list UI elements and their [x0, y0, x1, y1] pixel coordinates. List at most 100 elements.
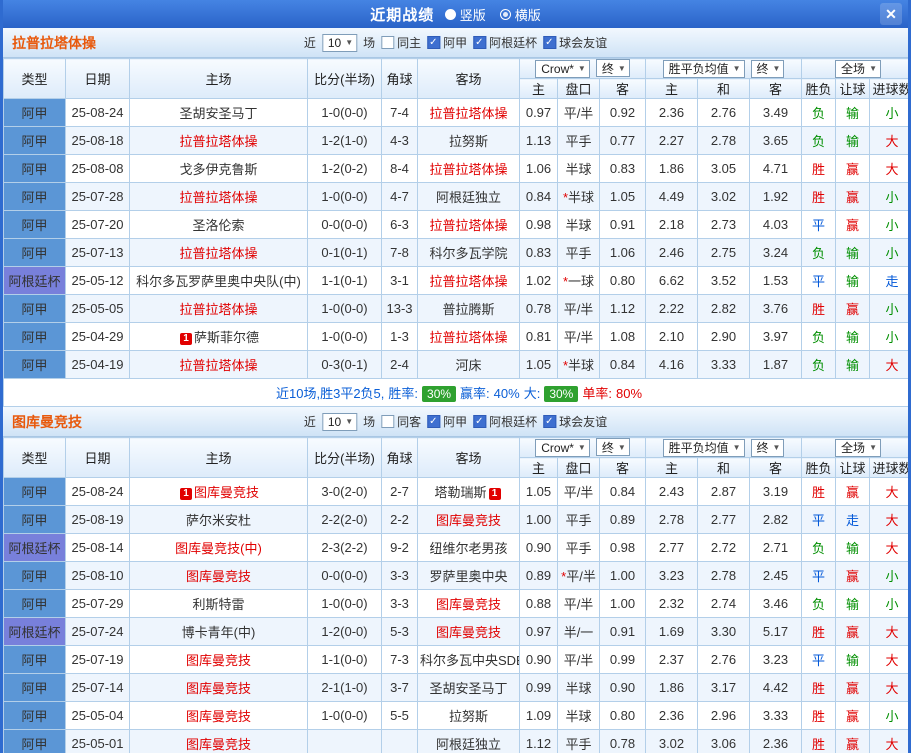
date-cell: 25-07-13	[65, 238, 130, 267]
handicap-result-cell: 赢	[835, 294, 871, 323]
layout-radio-1[interactable]: 横版	[499, 5, 541, 24]
odds-source-select[interactable]: 终 ▼	[595, 59, 630, 78]
team-cell[interactable]: 拉普拉塔体操	[417, 266, 520, 295]
recent-count-select[interactable]: 10 ▼	[321, 33, 358, 52]
team-cell[interactable]: 图库曼竞技	[417, 505, 520, 534]
odds-source-select[interactable]: 胜平负均值 ▼	[662, 59, 745, 78]
europe-draw-odds-cell: 3.17	[697, 673, 750, 702]
asia-away-odds-cell: 0.90	[599, 673, 646, 702]
team-cell[interactable]: 利斯特雷	[129, 589, 308, 618]
column-header: 日期	[65, 437, 130, 478]
filter-checkbox-3[interactable]: 球会友谊	[543, 34, 607, 51]
team-cell[interactable]: 阿根廷独立	[417, 729, 520, 753]
team-cell[interactable]: 拉普拉塔体操	[129, 238, 308, 267]
team-cell[interactable]: 拉普拉塔体操	[417, 98, 520, 127]
team-cell[interactable]: 1 萨斯菲尔德	[129, 322, 308, 351]
handicap-result-cell: 赢	[835, 673, 871, 702]
team-cell[interactable]: 1 图库曼竞技	[129, 477, 308, 506]
filter-checkbox-2[interactable]: 阿根廷杯	[473, 413, 537, 430]
handicap-result-cell: 输	[835, 589, 871, 618]
filter-checkbox-0[interactable]: 同客	[381, 413, 421, 430]
team-cell[interactable]: 拉普拉塔体操	[417, 154, 520, 183]
team-name: 图库曼竞技	[193, 485, 259, 500]
match-row: 阿甲 25-05-01 图库曼竞技 阿根廷独立 1.12 平手 0.78 3.02 3.06 2.…	[3, 729, 908, 753]
odds-source-select[interactable]: 胜平负均值 ▼	[662, 438, 745, 457]
league-cell: 阿甲	[3, 294, 66, 323]
asia-away-odds-cell: 1.12	[599, 294, 646, 323]
team-cell[interactable]: 图库曼竞技	[129, 645, 308, 674]
team-cell[interactable]: 纽维尔老男孩	[417, 533, 520, 562]
score-cell: 1-2(1-0)	[307, 126, 382, 155]
europe-draw-odds-cell: 2.73	[697, 210, 750, 239]
goals-result-cell: 大	[869, 673, 908, 702]
filter-checkbox-1[interactable]: 阿甲	[427, 413, 467, 430]
odds-source-select[interactable]: Crow* ▼	[535, 438, 590, 457]
team-cell[interactable]: 拉普拉塔体操	[129, 126, 308, 155]
team-cell[interactable]: 塔勒瑞斯 1	[417, 477, 520, 506]
column-header: 主场	[129, 58, 308, 99]
corner-cell: 3-3	[381, 561, 418, 590]
team-cell[interactable]: 阿根廷独立	[417, 182, 520, 211]
filter-checkbox-2[interactable]: 阿根廷杯	[473, 34, 537, 51]
team-cell[interactable]: 拉努斯	[417, 126, 520, 155]
sub-column-header: 胜负	[801, 78, 837, 99]
team-cell[interactable]: 图库曼竞技	[417, 589, 520, 618]
odds-source-select[interactable]: 终 ▼	[595, 438, 630, 457]
filter-checkbox-0[interactable]: 同主	[381, 34, 421, 51]
match-row: 阿甲 25-05-05 拉普拉塔体操 1-0(0-0) 13-3 普拉腾斯 0.78 平/半 1…	[3, 294, 908, 323]
league-cell: 阿甲	[3, 126, 66, 155]
goals-result-cell: 小	[869, 182, 908, 211]
odds-source-select[interactable]: 全场 ▼	[835, 59, 881, 78]
corner-cell: 2-7	[381, 477, 418, 506]
asia-home-odds-cell: 1.02	[519, 266, 558, 295]
team-cell[interactable]: 图库曼竞技(中)	[129, 533, 308, 562]
team-cell[interactable]: 戈多伊克鲁斯	[129, 154, 308, 183]
radio-label: 横版	[514, 7, 541, 23]
team-name: 拉普拉塔体操	[429, 330, 508, 345]
odds-source-select[interactable]: Crow* ▼	[535, 59, 590, 78]
score-cell: 1-2(0-2)	[307, 154, 382, 183]
team-cell[interactable]: 拉努斯	[417, 701, 520, 730]
team-cell[interactable]: 拉普拉塔体操	[417, 210, 520, 239]
recent-count-select[interactable]: 10 ▼	[321, 412, 358, 431]
team-cell[interactable]: 科尔多瓦中央SDE	[417, 645, 520, 674]
team-cell[interactable]: 河床	[417, 350, 520, 379]
match-result-cell: 负	[801, 322, 837, 351]
team-name: 图库曼竞技	[185, 653, 251, 668]
team-cell[interactable]: 圣胡安圣马丁	[417, 673, 520, 702]
team-cell[interactable]: 圣洛伦索	[129, 210, 308, 239]
team-cell[interactable]: 拉普拉塔体操	[129, 182, 308, 211]
team-cell[interactable]: 罗萨里奥中央	[417, 561, 520, 590]
team-cell[interactable]: 博卡青年(中)	[129, 617, 308, 646]
team-cell[interactable]: 拉普拉塔体操	[129, 350, 308, 379]
europe-draw-odds-cell: 2.77	[697, 505, 750, 534]
league-cell: 阿甲	[3, 561, 66, 590]
team-cell[interactable]: 圣胡安圣马丁	[129, 98, 308, 127]
corner-cell: 3-7	[381, 673, 418, 702]
europe-draw-odds-cell: 3.33	[697, 350, 750, 379]
asia-away-odds-cell: 0.78	[599, 729, 646, 753]
odds-source-select[interactable]: 全场 ▼	[835, 438, 881, 457]
team-cell[interactable]: 图库曼竞技	[129, 561, 308, 590]
asia-home-odds-cell: 0.99	[519, 673, 558, 702]
team-cell[interactable]: 科尔多瓦学院	[417, 238, 520, 267]
odds-source-select[interactable]: 终 ▼	[750, 438, 785, 457]
close-button[interactable]: ✕	[880, 3, 902, 25]
europe-away-odds-cell: 1.87	[748, 350, 803, 379]
team-cell[interactable]: 拉普拉塔体操	[417, 322, 520, 351]
layout-radio-0[interactable]: 竖版	[444, 5, 486, 24]
filter-checkbox-3[interactable]: 球会友谊	[543, 413, 607, 430]
team-cell[interactable]: 图库曼竞技	[129, 729, 308, 753]
team-cell[interactable]: 拉普拉塔体操	[129, 294, 308, 323]
team-cell[interactable]: 图库曼竞技	[129, 701, 308, 730]
europe-home-odds-cell: 2.36	[645, 701, 698, 730]
score-cell: 3-0(2-0)	[307, 477, 382, 506]
team-cell[interactable]: 科尔多瓦罗萨里奥中央队(中)	[129, 266, 308, 295]
asia-handicap-cell: *半球	[557, 350, 600, 379]
team-cell[interactable]: 萨尔米安杜	[129, 505, 308, 534]
odds-source-select[interactable]: 终 ▼	[750, 59, 785, 78]
filter-checkbox-1[interactable]: 阿甲	[427, 34, 467, 51]
team-cell[interactable]: 普拉腾斯	[417, 294, 520, 323]
team-cell[interactable]: 图库曼竞技	[129, 673, 308, 702]
team-cell[interactable]: 图库曼竞技	[417, 617, 520, 646]
